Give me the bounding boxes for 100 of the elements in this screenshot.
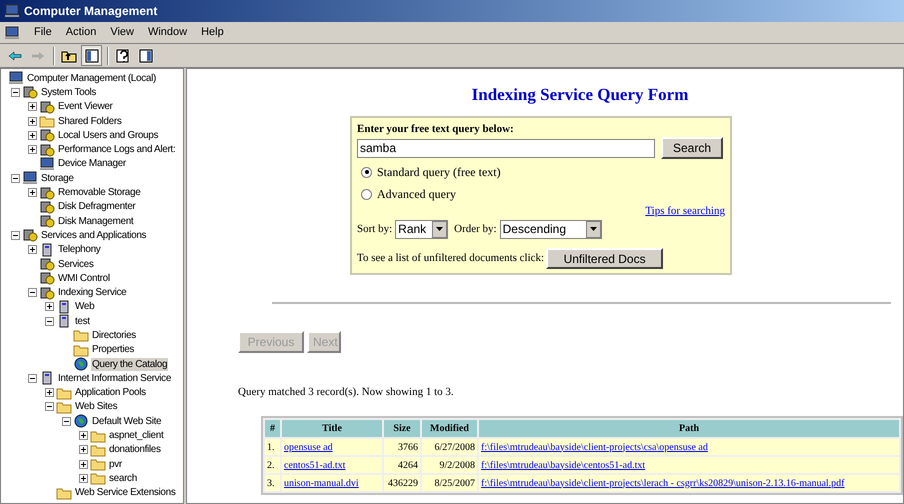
path-link[interactable]: f:\files\mtrudeau\bayside\centos51-ad.txt — [479, 457, 899, 473]
tips-link[interactable]: Tips for searching — [645, 203, 725, 220]
table-cell: 6/27/2008 — [422, 439, 477, 455]
tools-icon — [22, 85, 38, 100]
collapse-icon[interactable] — [28, 288, 37, 298]
collapse-icon[interactable] — [62, 416, 71, 426]
expand-icon[interactable] — [28, 145, 37, 154]
table-cell: 1. — [265, 439, 280, 455]
expand-icon[interactable] — [28, 130, 37, 140]
tree-item[interactable]: Web Service Extensions — [74, 486, 176, 500]
tree-item[interactable]: Performance Logs and Alert: — [57, 143, 176, 156]
tools-icon — [39, 286, 55, 300]
tree-item[interactable]: Web Sites — [74, 400, 118, 414]
radio-button[interactable] — [361, 188, 372, 200]
menu-item[interactable]: Help — [201, 24, 224, 41]
tree-item[interactable]: Indexing Service — [57, 286, 128, 300]
collapse-icon[interactable] — [11, 174, 20, 183]
radio-button[interactable] — [361, 166, 372, 178]
tree-item[interactable]: Removable Storage — [57, 186, 142, 200]
tree-item[interactable]: Internet Information Service — [57, 372, 172, 385]
expand-icon[interactable] — [28, 102, 37, 112]
tree-item[interactable]: Disk Defragmenter — [57, 200, 136, 214]
path-link[interactable]: f:\files\mtrudeau\bayside\client-projects\csa\opensuse ad — [479, 439, 899, 455]
tree-item[interactable]: Shared Folders — [57, 114, 122, 128]
folder-icon — [90, 457, 106, 472]
tree-item[interactable]: System Tools — [40, 86, 98, 99]
tree-item[interactable]: search — [108, 472, 138, 485]
radio-label: Standard query (free text) — [377, 164, 501, 181]
query-prompt: Enter your free text query below: — [357, 122, 515, 136]
column-header: # — [265, 420, 280, 437]
collapse-icon[interactable] — [45, 316, 54, 326]
unfiltered-docs-button[interactable]: Unfiltered Docs — [546, 248, 664, 268]
table-cell: 436229 — [384, 475, 420, 491]
folder-icon — [56, 486, 72, 500]
title-link[interactable]: centos51-ad.txt — [282, 457, 382, 473]
expand-icon[interactable] — [28, 245, 37, 254]
tree-item[interactable]: Services — [57, 258, 95, 270]
tree-item[interactable]: Default Web Site — [91, 414, 162, 428]
tree-item[interactable]: Device Manager — [57, 157, 127, 170]
tree-item[interactable]: donationfiles — [108, 443, 162, 456]
tools-icon — [39, 271, 55, 286]
tree-item[interactable]: test — [74, 314, 91, 328]
tree-item[interactable]: Local Users and Groups — [57, 128, 160, 142]
tree-item[interactable]: Disk Management — [57, 214, 134, 228]
globe-icon — [73, 414, 89, 428]
order-select[interactable]: Descending — [500, 220, 602, 238]
tree-item[interactable]: Computer Management (Local) — [26, 72, 157, 85]
path-link[interactable]: f:\files\mtrudeau\bayside\client-projects\lerach - csgrr\ks20829\unison-2.13.16-manual.pdf — [479, 475, 899, 491]
expand-icon[interactable] — [79, 460, 88, 469]
computer-icon — [22, 171, 38, 186]
tree-item[interactable]: WMI Control — [57, 272, 111, 285]
expand-icon[interactable] — [79, 445, 88, 454]
folder-icon — [90, 428, 106, 443]
tree-item[interactable]: Services and Applications — [40, 228, 148, 242]
menu-item[interactable]: Action — [66, 24, 96, 41]
radio-label: Advanced query — [377, 186, 456, 203]
dropdown-arrow-icon — [436, 227, 444, 231]
search-button[interactable]: Search — [661, 137, 723, 159]
expand-icon[interactable] — [79, 431, 88, 440]
tree-item[interactable]: Directories — [91, 328, 137, 342]
tools-icon — [39, 128, 55, 142]
tree-item[interactable]: aspnet_client — [108, 429, 164, 442]
title-link[interactable]: opensuse ad — [282, 439, 382, 455]
expand-icon[interactable] — [79, 474, 88, 483]
folder-icon — [56, 400, 72, 414]
column-header: Modified — [422, 420, 477, 437]
tree-pane-icon[interactable] — [81, 45, 102, 66]
tree-item[interactable]: Query the Catalog — [91, 358, 168, 371]
collapse-icon[interactable] — [45, 402, 54, 412]
tree-item[interactable]: Web — [74, 300, 96, 314]
sort-select[interactable]: Rank — [395, 220, 448, 238]
folder-icon — [73, 342, 89, 357]
collapse-icon[interactable] — [11, 88, 20, 97]
tree-item[interactable]: Properties — [91, 343, 136, 356]
expand-icon[interactable] — [28, 116, 37, 126]
tree-item[interactable]: Application Pools — [74, 386, 147, 400]
table-cell: 3766 — [384, 439, 420, 455]
tree-item[interactable]: Storage — [40, 172, 75, 185]
tree-item[interactable]: pvr — [108, 458, 123, 471]
computer-icon — [4, 26, 20, 40]
expand-icon[interactable] — [28, 188, 37, 198]
query-field[interactable]: samba — [357, 138, 655, 158]
window-title: Computer Management — [24, 3, 158, 20]
title-link[interactable]: unison-manual.dvi — [282, 475, 382, 491]
column-header: Path — [479, 420, 899, 437]
tools-icon — [39, 142, 55, 157]
expand-icon[interactable] — [45, 388, 54, 398]
tools-icon — [39, 257, 55, 271]
globe-icon — [73, 357, 89, 372]
computer-icon — [4, 4, 20, 18]
expand-icon[interactable] — [45, 302, 54, 312]
page-heading: Indexing Service Query Form — [472, 84, 688, 106]
tree-item[interactable]: Event Viewer — [57, 100, 114, 114]
folder-icon — [56, 386, 72, 400]
tree-item[interactable]: Telephony — [57, 243, 102, 256]
menu-item[interactable]: Window — [148, 24, 188, 41]
menu-item[interactable]: View — [110, 24, 134, 41]
collapse-icon[interactable] — [28, 374, 37, 383]
collapse-icon[interactable] — [11, 230, 20, 240]
menu-item[interactable]: File — [34, 24, 52, 41]
